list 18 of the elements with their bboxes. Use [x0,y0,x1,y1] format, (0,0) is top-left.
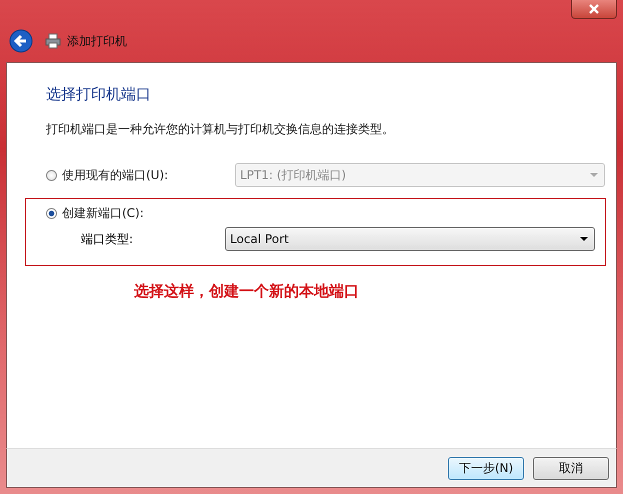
annotation-text: 选择这样，创建一个新的本地端口 [134,282,360,301]
back-button[interactable] [9,29,33,53]
dialog-button[interactable]: 下一步(N) [448,456,524,480]
radio-button[interactable] [46,170,57,180]
printer-icon [45,33,61,49]
field-label: 端口类型: [81,230,134,248]
window-title: 添加打印机 [67,32,127,50]
close-button[interactable] [571,0,617,19]
caret-icon [580,237,588,241]
caret-icon [590,173,598,177]
close-icon [587,4,601,14]
radio-option[interactable]: 创建新端口(C): [46,205,144,222]
radio-button[interactable] [46,208,57,219]
dialog-button[interactable]: 取消 [533,456,609,480]
page-heading: 选择打印机端口 [46,85,152,104]
radio-label-text: 创建新端口(C): [62,205,144,222]
description-text: 打印机端口是一种允许您的计算机与打印机交换信息的连接类型。 [46,121,395,138]
dropdown[interactable]: Local Port [225,227,595,251]
